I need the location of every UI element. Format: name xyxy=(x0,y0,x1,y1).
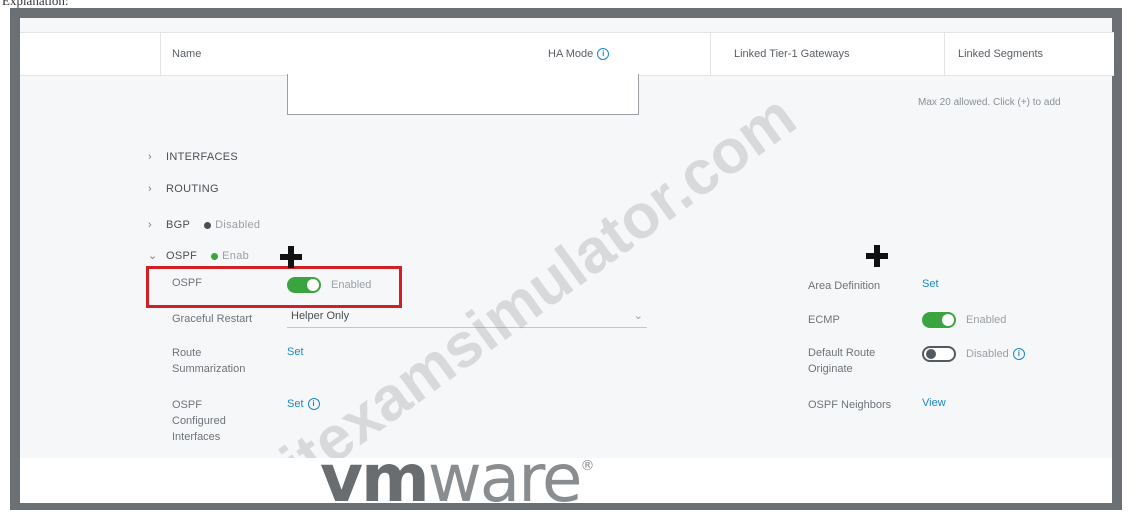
highlight-box xyxy=(146,266,402,308)
logo-vm: vm xyxy=(320,440,430,517)
toggle-text-label: Disabled xyxy=(966,348,1009,360)
default-route-toggle-text: Disabled i xyxy=(966,348,1025,361)
info-icon[interactable]: i xyxy=(597,48,610,61)
route-summarization-set-link[interactable]: Set xyxy=(287,346,304,358)
route-summarization-label: Route Summarization xyxy=(172,345,245,377)
column-divider xyxy=(944,33,945,75)
toggle-knob xyxy=(942,314,954,326)
info-icon[interactable]: i xyxy=(307,398,320,411)
ecmp-label: ECMP xyxy=(808,314,840,326)
table-header: Name HA Mode i Linked Tier-1 Gateways Lin… xyxy=(20,32,1114,76)
vmware-logo: vmware® xyxy=(320,440,595,517)
ospf-interfaces-set-link[interactable]: Set i xyxy=(287,398,320,411)
section-label: INTERFACES xyxy=(166,151,239,163)
section-ospf[interactable]: ⌄ OSPF Enab xyxy=(148,249,249,262)
default-route-originate-label: Default Route Originate xyxy=(808,345,875,377)
chevron-down-icon: ⌄ xyxy=(633,310,643,322)
section-bgp[interactable]: › BGP Disabled xyxy=(148,219,260,231)
name-text-area[interactable] xyxy=(287,74,639,115)
col-linked-tier1[interactable]: Linked Tier-1 Gateways xyxy=(734,33,850,75)
status-dot-icon xyxy=(211,252,219,260)
plus-marker-icon xyxy=(866,245,888,267)
info-icon[interactable]: i xyxy=(1012,348,1025,361)
col-linked-segments[interactable]: Linked Segments xyxy=(958,33,1043,75)
label-line: Originate xyxy=(808,363,853,375)
section-label: ROUTING xyxy=(166,183,219,195)
col-ha-mode-label: HA Mode xyxy=(548,48,594,60)
section-routing[interactable]: › ROUTING xyxy=(148,183,219,195)
graceful-restart-select[interactable]: Helper Only ⌄ xyxy=(287,309,647,328)
section-label: OSPF xyxy=(166,250,198,262)
set-link-text: Set xyxy=(287,398,304,410)
chevron-right-icon: › xyxy=(148,151,152,163)
section-interfaces[interactable]: › INTERFACES xyxy=(148,151,238,163)
chevron-down-icon: ⌄ xyxy=(148,250,158,262)
col-name[interactable]: Name xyxy=(172,33,201,75)
ospf-status: Enab xyxy=(222,250,250,262)
chevron-right-icon: › xyxy=(148,183,152,195)
label-line: Route xyxy=(172,347,202,359)
ecmp-toggle-text: Enabled xyxy=(966,314,1007,326)
default-route-toggle[interactable] xyxy=(922,346,956,362)
ospf-configured-interfaces-label: OSPF Configured Interfaces xyxy=(172,397,226,445)
logo-ware: ware xyxy=(427,440,583,517)
label-line: Interfaces xyxy=(172,431,221,443)
bgp-status: Disabled xyxy=(215,219,261,231)
chevron-right-icon: › xyxy=(148,219,152,231)
status-dot-icon xyxy=(204,221,212,229)
area-definition-label: Area Definition xyxy=(808,280,881,292)
label-line: Summarization xyxy=(172,363,246,375)
ospf-neighbors-view-link[interactable]: View xyxy=(922,397,946,409)
graceful-restart-value: Helper Only xyxy=(291,310,350,322)
column-divider xyxy=(710,33,711,75)
ecmp-toggle[interactable] xyxy=(922,312,956,328)
section-label: BGP xyxy=(166,219,191,231)
label-line: OSPF xyxy=(172,399,202,411)
graceful-restart-label: Graceful Restart xyxy=(172,313,253,325)
toggle-knob xyxy=(926,349,936,359)
ospf-neighbors-label: OSPF Neighbors xyxy=(808,399,892,411)
label-line: Default Route xyxy=(808,347,876,359)
column-divider xyxy=(160,33,161,75)
registered-mark: ® xyxy=(580,458,595,474)
label-line: Configured xyxy=(172,415,226,427)
area-definition-set-link[interactable]: Set xyxy=(922,278,939,290)
plus-marker-icon xyxy=(280,246,302,268)
max-allowed-hint: Max 20 allowed. Click (+) to add xyxy=(918,97,1061,108)
col-ha-mode[interactable]: HA Mode i xyxy=(548,33,610,75)
